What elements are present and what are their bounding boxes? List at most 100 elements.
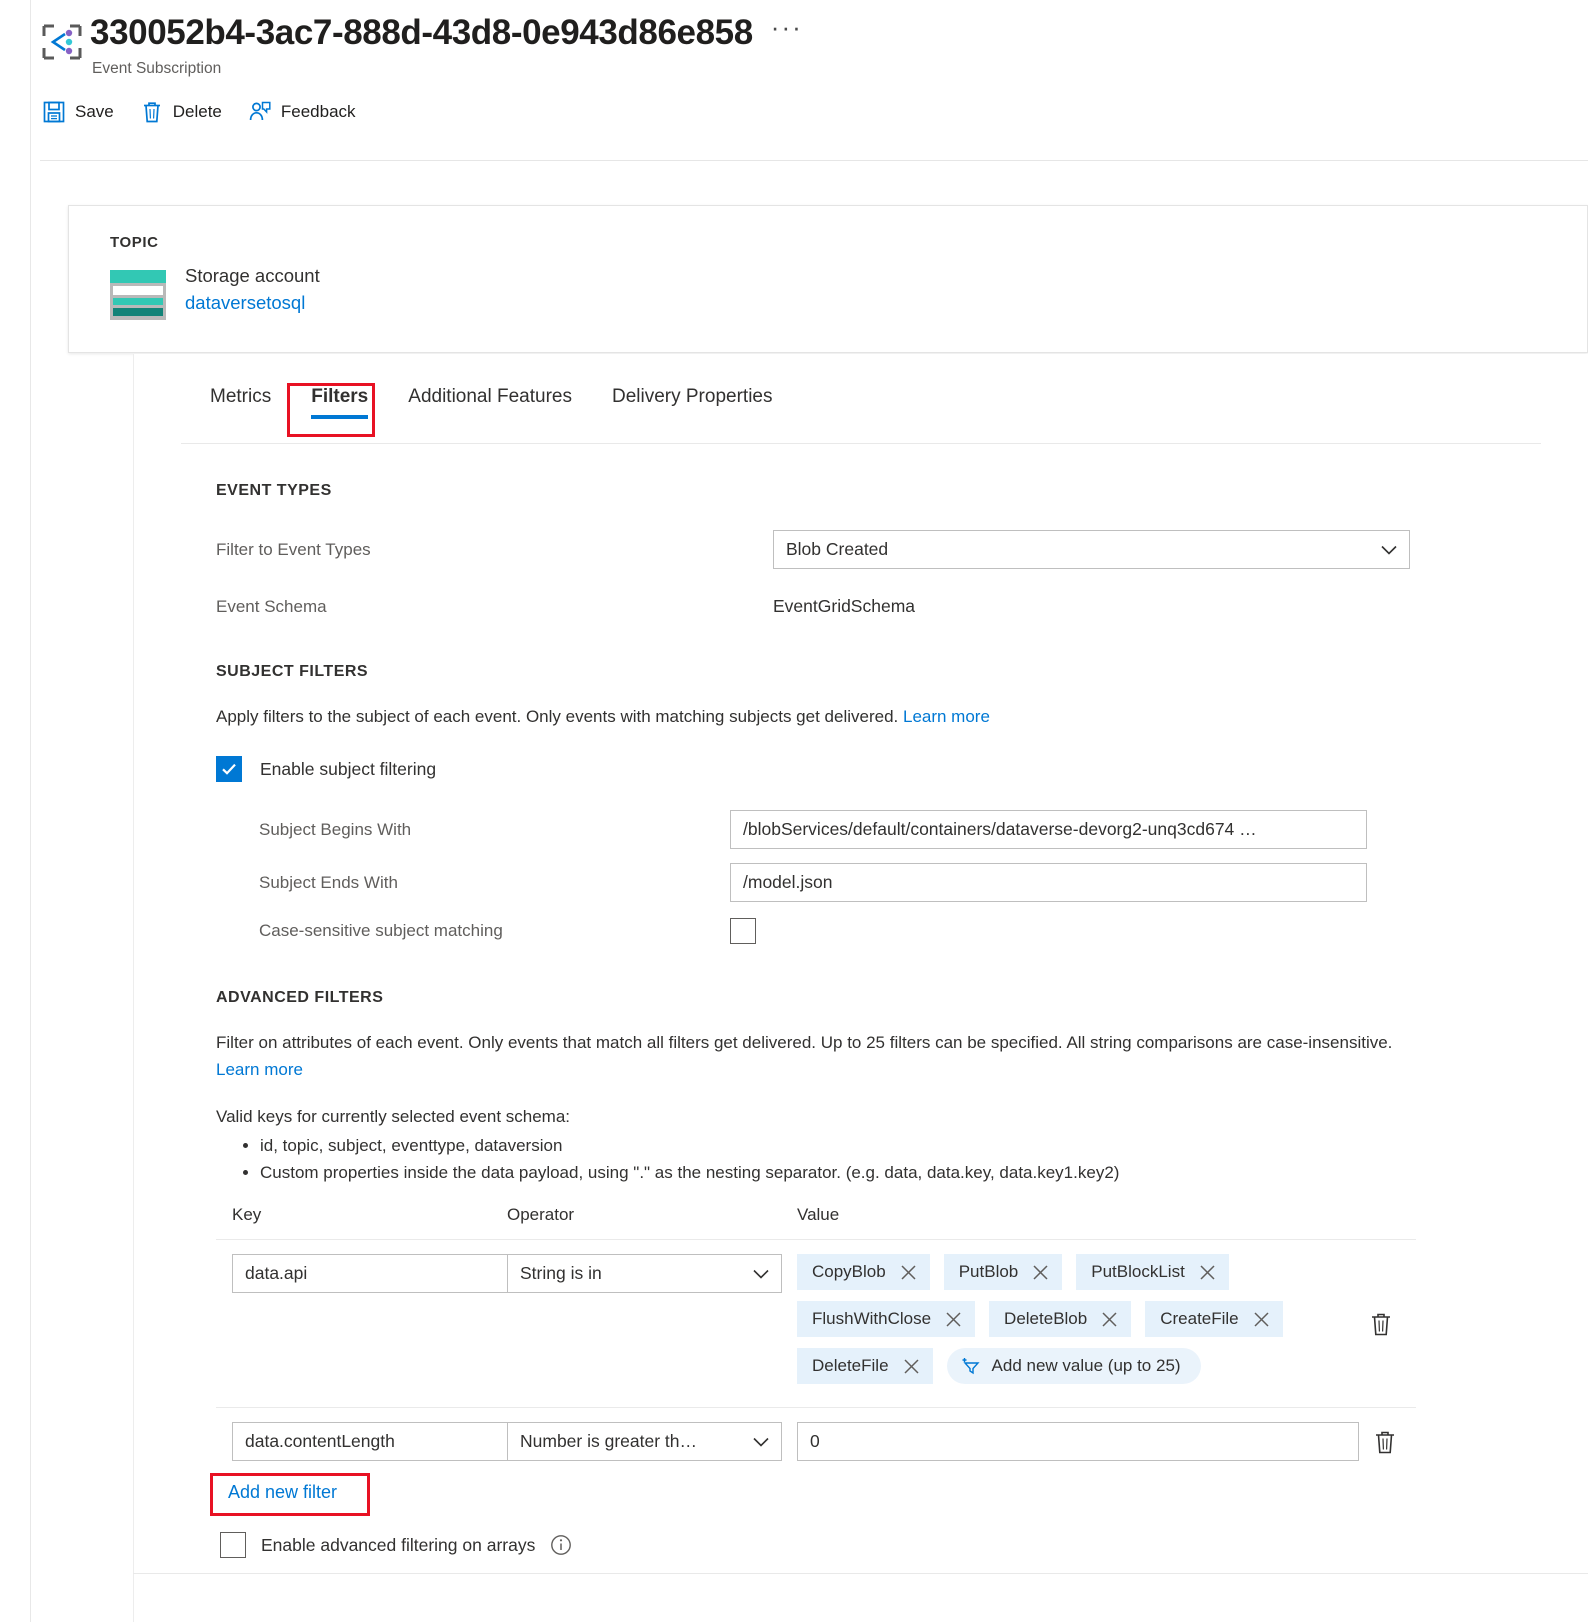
feedback-icon <box>248 100 272 124</box>
filter-row-1-operator-cell: String is in <box>507 1254 797 1293</box>
subject-begins-with-row: Subject Begins With /blobServices/defaul… <box>216 810 1416 849</box>
list-item: id, topic, subject, eventtype, dataversi… <box>260 1132 1416 1159</box>
advanced-filters-description: Filter on attributes of each event. Only… <box>216 1033 1393 1052</box>
valid-keys-bullet-1: id, topic, subject, eventtype, dataversi… <box>260 1136 563 1155</box>
value-chip: PutBlockList <box>1076 1254 1229 1290</box>
subject-filters-title: SUBJECT FILTERS <box>216 663 369 680</box>
value-chip: FlushWithClose <box>797 1301 976 1337</box>
add-new-filter-link[interactable]: Add new filter <box>228 1482 337 1503</box>
column-header-key: Key <box>232 1205 262 1224</box>
subject-begins-with-label: Subject Begins With <box>259 819 412 839</box>
enable-arrays-label: Enable advanced filtering on arrays <box>261 1534 536 1555</box>
delete-button-label: Delete <box>172 102 222 121</box>
event-schema-value: EventGridSchema <box>773 596 916 616</box>
enable-arrays-checkbox[interactable] <box>220 1532 246 1558</box>
filter-row-2-key-input[interactable]: data.contentLength <box>232 1422 508 1461</box>
tab-delivery-properties-label: Delivery Properties <box>611 386 773 407</box>
tab-active-indicator <box>311 415 369 419</box>
subject-filters-description-wrap: Apply filters to the subject of each eve… <box>216 703 1416 730</box>
column-header-value: Value <box>797 1205 840 1224</box>
event-schema-row: Event Schema EventGridSchema <box>216 596 1416 617</box>
subject-filters-description: Apply filters to the subject of each eve… <box>216 707 899 726</box>
info-icon[interactable] <box>550 1534 572 1556</box>
filter-row-1-chip-list: CopyBlob PutBlob PutBlockList FlushWithC… <box>797 1254 1397 1395</box>
event-types-title: EVENT TYPES <box>216 482 332 499</box>
value-chip: PutBlob <box>943 1254 1063 1290</box>
advanced-filters-section: ADVANCED FILTERS Filter on attributes of… <box>216 989 1416 1186</box>
table-row: data.contentLength Number is greater th…… <box>216 1407 1416 1473</box>
command-bar-divider <box>40 160 1588 161</box>
filter-to-event-types-value: Blob Created <box>786 539 889 559</box>
filter-row-2-delete-icon[interactable] <box>1373 1429 1397 1455</box>
advanced-filters-learn-more-link[interactable]: Learn more <box>216 1060 303 1079</box>
close-icon[interactable] <box>903 1358 920 1375</box>
tab-filters-label: Filters <box>311 386 369 407</box>
valid-keys-intro: Valid keys for currently selected event … <box>216 1107 571 1126</box>
enable-arrays-row: Enable advanced filtering on arrays <box>220 1532 572 1558</box>
tab-metrics[interactable]: Metrics <box>190 386 291 422</box>
value-chip-label: PutBlockList <box>1091 1262 1185 1281</box>
tab-additional-features[interactable]: Additional Features <box>388 386 592 422</box>
trash-icon <box>140 100 164 124</box>
close-icon[interactable] <box>945 1311 962 1328</box>
advanced-filters-description-wrap: Filter on attributes of each event. Only… <box>216 1029 1401 1083</box>
chevron-down-icon <box>1379 540 1399 560</box>
filter-to-event-types-select[interactable]: Blob Created <box>773 530 1410 569</box>
valid-keys-bullet-2: Custom properties inside the data payloa… <box>260 1163 1120 1182</box>
list-item: Custom properties inside the data payloa… <box>260 1159 1416 1186</box>
filter-row-2-operator-select[interactable]: Number is greater th… <box>507 1422 782 1461</box>
close-icon[interactable] <box>1101 1311 1118 1328</box>
value-chip-label: CopyBlob <box>812 1262 886 1281</box>
value-chip: CopyBlob <box>797 1254 930 1290</box>
enable-subject-filtering-checkbox[interactable] <box>216 756 242 782</box>
close-icon[interactable] <box>1253 1311 1270 1328</box>
page-header: 330052b4-3ac7-888d-43d8-0e943d86e858 ···… <box>30 0 1588 124</box>
filter-row-2-value-input[interactable]: 0 <box>797 1422 1359 1461</box>
value-chip-label: FlushWithClose <box>812 1309 932 1328</box>
filter-row-1-operator-select[interactable]: String is in <box>507 1254 782 1293</box>
page-title: 330052b4-3ac7-888d-43d8-0e943d86e858 <box>90 13 753 52</box>
subject-begins-with-input[interactable]: /blobServices/default/containers/dataver… <box>730 810 1367 849</box>
subject-ends-with-input[interactable]: /model.json <box>730 863 1367 902</box>
chevron-down-icon <box>751 1432 771 1452</box>
delete-button[interactable]: Delete <box>140 100 222 124</box>
filter-row-2-operator-value: Number is greater th… <box>520 1431 698 1451</box>
page-subtitle: Event Subscription <box>92 60 222 77</box>
subject-ends-with-row: Subject Ends With /model.json <box>216 863 1416 902</box>
add-new-value-label: Add new value (up to 25) <box>991 1356 1181 1375</box>
advanced-filters-title: ADVANCED FILTERS <box>216 989 384 1006</box>
save-button-label: Save <box>75 102 114 121</box>
value-chip-label: CreateFile <box>1160 1309 1239 1328</box>
close-icon[interactable] <box>900 1264 917 1281</box>
chevron-down-icon <box>751 1264 771 1284</box>
valid-keys-list: id, topic, subject, eventtype, dataversi… <box>216 1132 1416 1186</box>
save-icon <box>42 100 66 124</box>
tab-delivery-properties[interactable]: Delivery Properties <box>592 386 793 422</box>
topic-card-label: TOPIC <box>110 234 159 251</box>
subject-filters-learn-more-link[interactable]: Learn more <box>903 707 990 726</box>
save-button[interactable]: Save <box>42 100 114 124</box>
event-schema-label: Event Schema <box>216 596 327 616</box>
enable-subject-filtering-label: Enable subject filtering <box>260 758 437 779</box>
case-sensitive-checkbox[interactable] <box>730 918 756 944</box>
topic-resource-link[interactable]: dataversetosql <box>185 292 320 314</box>
filter-row-1-value-cell: CopyBlob PutBlob PutBlockList FlushWithC… <box>797 1254 1416 1395</box>
subject-ends-with-label: Subject Ends With <box>259 872 398 892</box>
value-chip-label: DeleteBlob <box>1004 1309 1088 1328</box>
tab-filters[interactable]: Filters <box>291 386 388 422</box>
add-new-value-button[interactable]: Add new value (up to 25) <box>946 1348 1201 1384</box>
add-filter-icon <box>961 1356 981 1376</box>
more-options-button[interactable]: ··· <box>771 14 803 49</box>
tab-bar-divider <box>181 443 1541 444</box>
value-chip: DeleteFile <box>797 1348 933 1384</box>
subject-filters-section: SUBJECT FILTERS Apply filters to the sub… <box>216 663 1416 944</box>
filter-row-2-key-cell: data.contentLength <box>216 1422 508 1461</box>
feedback-button[interactable]: Feedback <box>248 100 356 124</box>
filter-row-1-delete-icon[interactable] <box>1369 1311 1393 1337</box>
close-icon[interactable] <box>1032 1264 1049 1281</box>
case-sensitive-label: Case-sensitive subject matching <box>259 921 503 940</box>
case-sensitive-row: Case-sensitive subject matching <box>216 918 1416 944</box>
close-icon[interactable] <box>1199 1264 1216 1281</box>
value-chip: DeleteBlob <box>989 1301 1132 1337</box>
filter-row-1-key-input[interactable]: data.api <box>232 1254 508 1293</box>
